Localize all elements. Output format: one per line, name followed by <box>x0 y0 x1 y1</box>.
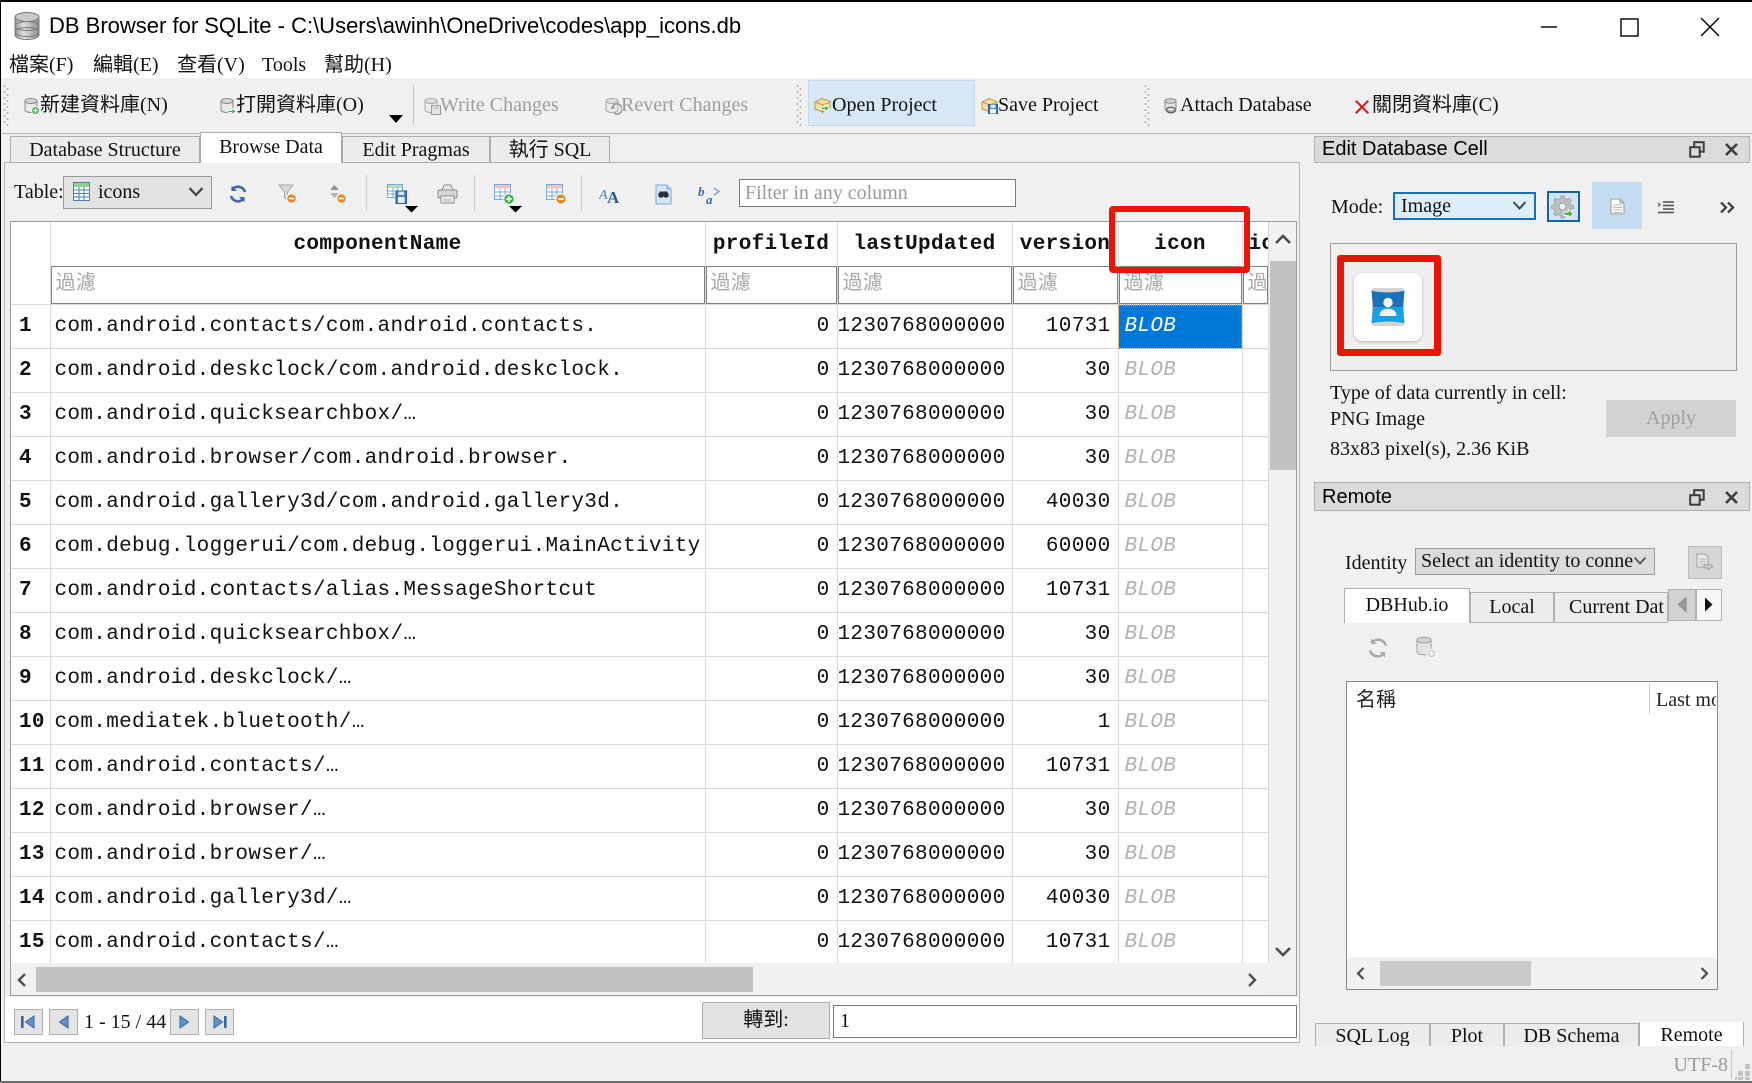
svg-text:b: b <box>698 185 705 199</box>
svg-text:A: A <box>607 188 620 204</box>
svg-text:a: a <box>706 192 713 205</box>
